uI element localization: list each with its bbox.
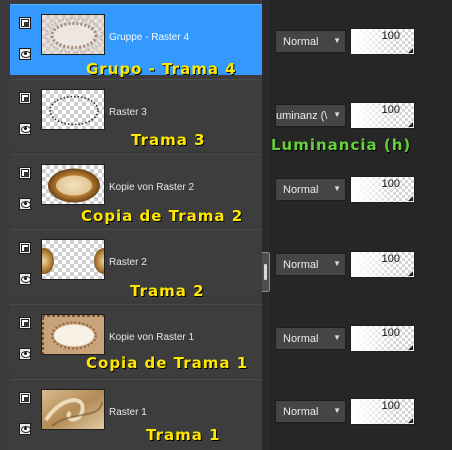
layer-caption: Copia de Trama 1 <box>86 354 249 372</box>
visibility-eye-icon[interactable] <box>19 123 31 135</box>
blend-mode-value: uminanz (\ <box>276 110 328 122</box>
opacity-slider[interactable]: 100 <box>350 251 415 278</box>
opacity-value: 100 <box>381 327 400 339</box>
layer-caption: Trama 2 <box>130 282 205 300</box>
blend-mode-annotation: Luminancia (h) <box>271 136 412 154</box>
resize-corner-icon <box>408 345 413 350</box>
layer-link-toggle-icon[interactable] <box>19 167 31 179</box>
opacity-value: 100 <box>381 178 400 190</box>
visibility-eye-icon[interactable] <box>19 423 31 435</box>
chevron-down-icon: ▼ <box>333 333 341 342</box>
opacity-slider[interactable]: 100 <box>350 398 415 425</box>
ornate-frame-thumbnail <box>41 314 105 355</box>
resize-corner-icon <box>408 418 413 423</box>
chevron-down-icon: ▼ <box>333 184 341 193</box>
blend-mode-dropdown[interactable]: Normal ▼ <box>275 400 346 423</box>
opacity-slider[interactable]: 100 <box>350 325 415 352</box>
layer-caption: Grupo - Trama 4 <box>86 60 237 78</box>
blend-mode-value: Normal <box>283 333 319 345</box>
layer-name: Raster 2 <box>109 257 147 268</box>
opacity-slider[interactable]: 100 <box>350 102 415 129</box>
layer-properties-column <box>270 0 452 450</box>
layer-name: Raster 3 <box>109 107 147 118</box>
layer-link-toggle-icon[interactable] <box>19 392 31 404</box>
resize-corner-icon <box>408 196 413 201</box>
blend-mode-value: Normal <box>283 259 319 271</box>
blend-mode-dropdown[interactable]: Normal ▼ <box>275 30 346 53</box>
layer-caption: Copia de Trama 2 <box>81 207 244 225</box>
opacity-value: 100 <box>381 253 400 265</box>
layer-row-raster-1[interactable]: Raster 1 <box>10 379 262 450</box>
layer-link-toggle-icon[interactable] <box>19 17 31 29</box>
blend-mode-value: Normal <box>283 406 319 418</box>
layer-caption: Trama 1 <box>146 426 221 444</box>
layer-link-toggle-icon[interactable] <box>19 92 31 104</box>
lace-frame-thumbnail <box>41 14 105 55</box>
grip-icon <box>264 264 267 280</box>
opacity-value: 100 <box>381 400 400 412</box>
layer-name: Gruppe - Raster 4 <box>109 32 190 43</box>
swirl-gold-thumbnail <box>41 389 105 430</box>
blend-mode-dropdown[interactable]: uminanz (\ ▼ <box>275 104 346 127</box>
resize-corner-icon <box>408 122 413 127</box>
panel-divider <box>262 0 270 450</box>
blend-mode-dropdown[interactable]: Normal ▼ <box>275 178 346 201</box>
opacity-slider[interactable]: 100 <box>350 176 415 203</box>
layer-link-toggle-icon[interactable] <box>19 317 31 329</box>
opacity-value: 100 <box>381 104 400 116</box>
layer-link-toggle-icon[interactable] <box>19 242 31 254</box>
chevron-down-icon: ▼ <box>333 110 341 119</box>
golden-oval-thumbnail <box>41 164 105 205</box>
resize-corner-icon <box>408 271 413 276</box>
blend-mode-value: Normal <box>283 36 319 48</box>
visibility-eye-icon[interactable] <box>19 348 31 360</box>
opacity-value: 100 <box>381 30 400 42</box>
visibility-eye-icon[interactable] <box>19 273 31 285</box>
split-oval-thumbnail <box>41 239 105 280</box>
panel-splitter-handle[interactable] <box>261 252 270 292</box>
visibility-eye-icon[interactable] <box>19 48 31 60</box>
blend-mode-value: Normal <box>283 184 319 196</box>
layer-name: Kopie von Raster 2 <box>109 182 195 193</box>
resize-corner-icon <box>408 48 413 53</box>
layer-name: Raster 1 <box>109 407 147 418</box>
blend-mode-dropdown[interactable]: Normal ▼ <box>275 253 346 276</box>
chevron-down-icon: ▼ <box>333 36 341 45</box>
chevron-down-icon: ▼ <box>333 406 341 415</box>
opacity-slider[interactable]: 100 <box>350 28 415 55</box>
chevron-down-icon: ▼ <box>333 259 341 268</box>
dotted-oval-thumbnail <box>41 89 105 130</box>
layer-caption: Trama 3 <box>131 131 206 149</box>
blend-mode-dropdown[interactable]: Normal ▼ <box>275 327 346 350</box>
layer-name: Kopie von Raster 1 <box>109 332 195 343</box>
visibility-eye-icon[interactable] <box>19 198 31 210</box>
